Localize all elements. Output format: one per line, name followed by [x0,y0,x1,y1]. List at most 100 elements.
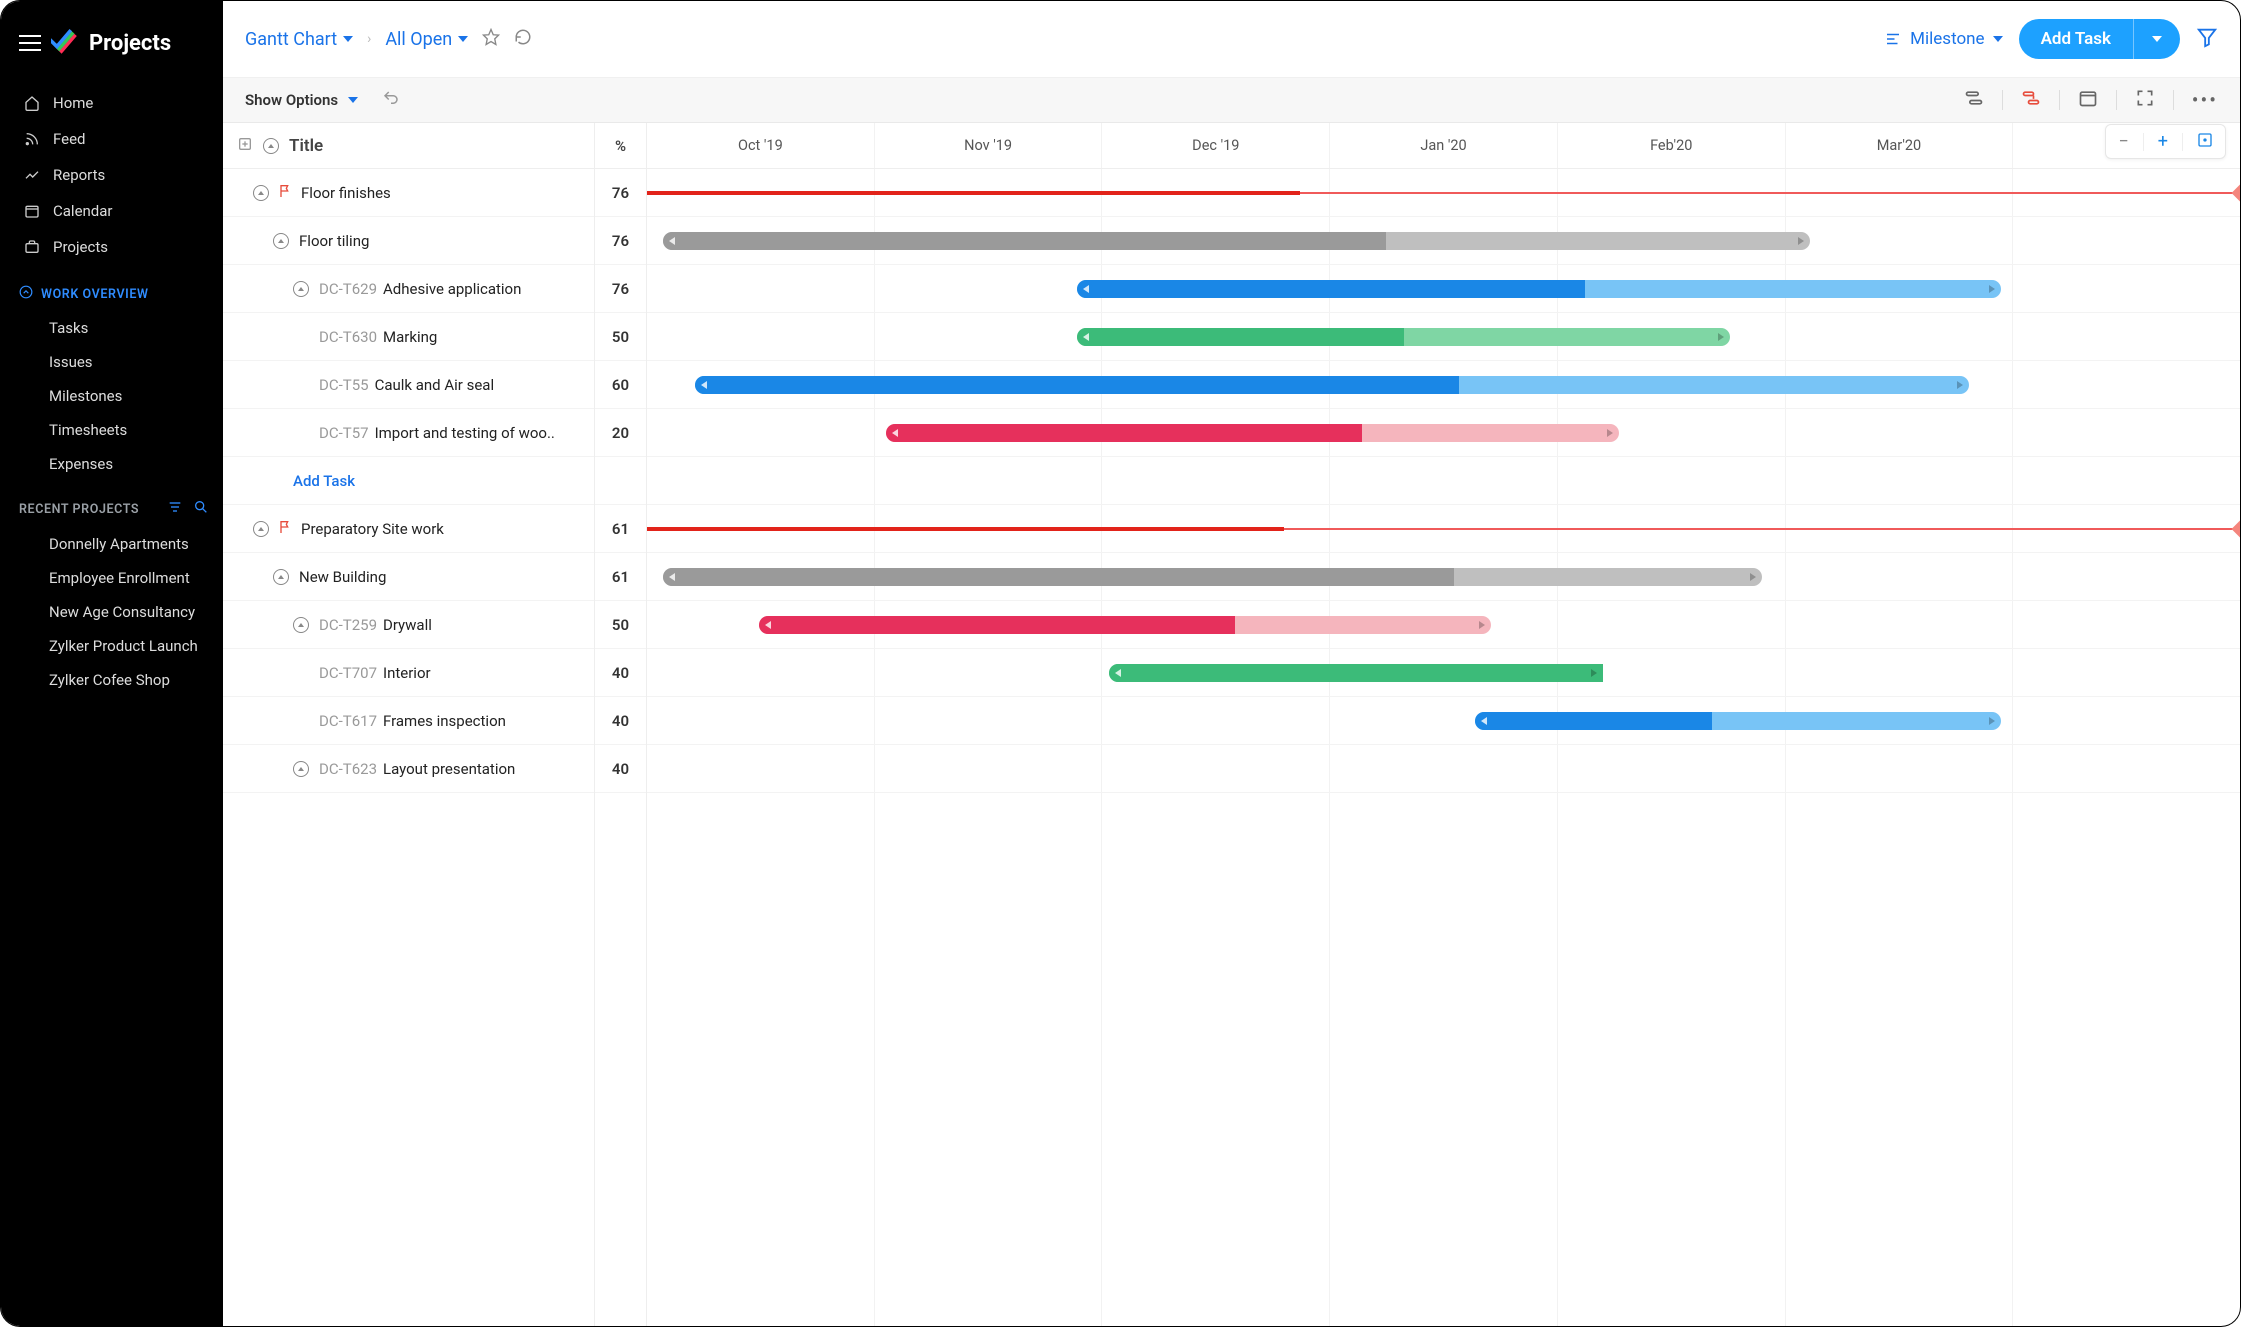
zoom-fit-button[interactable] [2197,132,2213,152]
task-row[interactable]: DC-T617Frames inspection [223,697,594,745]
show-options-label: Show Options [245,91,338,109]
task-row[interactable]: DC-T259Drywall [223,601,594,649]
milestone-bar[interactable] [647,528,2240,530]
bar-handle-right[interactable] [1989,285,1995,293]
filter-icon[interactable] [2196,26,2218,52]
milestone-bar[interactable] [647,192,2240,194]
nav-issues[interactable]: Issues [1,345,223,379]
nav-home[interactable]: Home [1,85,223,121]
gantt-bar[interactable] [759,616,1492,634]
bar-handle-right[interactable] [1718,333,1724,341]
task-row[interactable]: DC-T57Import and testing of woo.. [223,409,594,457]
task-row[interactable]: Add Task [223,457,594,505]
bar-handle-left[interactable] [1115,669,1121,677]
collapse-icon[interactable] [293,281,309,297]
view-selector[interactable]: Gantt Chart [245,29,353,50]
recent-filter-icon[interactable] [167,499,183,519]
recent-project-item[interactable]: Employee Enrollment [1,561,223,595]
task-row[interactable]: Floor tiling [223,217,594,265]
add-task-button[interactable]: Add Task [2019,19,2180,59]
nav-projects[interactable]: Projects [1,229,223,265]
nav-feed[interactable]: Feed [1,121,223,157]
gantt-bar[interactable] [663,568,1762,586]
fullscreen-icon[interactable] [2135,88,2155,112]
bar-handle-left[interactable] [1481,717,1487,725]
show-options-toggle[interactable]: Show Options [245,91,358,109]
task-row[interactable]: DC-T629Adhesive application [223,265,594,313]
filter-selector[interactable]: All Open [385,29,468,50]
collapse-icon[interactable] [253,185,269,201]
calendar-icon [23,202,41,220]
zoom-in-button[interactable]: + [2158,131,2168,152]
percent-cell: 50 [595,601,646,649]
bar-handle-left[interactable] [1083,285,1089,293]
gantt-bar[interactable] [1475,712,2001,730]
recent-project-item[interactable]: Zylker Cofee Shop [1,663,223,697]
collapse-icon[interactable] [273,233,289,249]
recent-project-item[interactable]: New Age Consultancy [1,595,223,629]
task-row[interactable]: Floor finishes [223,169,594,217]
row-label: Interior [383,664,431,682]
bar-handle-left[interactable] [765,621,771,629]
critical-path-icon[interactable] [2021,88,2041,112]
percent-cell: 76 [595,265,646,313]
gantt-bar[interactable] [1077,328,1730,346]
bar-handle-right[interactable] [1607,429,1613,437]
bar-handle-right[interactable] [1798,237,1804,245]
task-row[interactable]: New Building [223,553,594,601]
task-row[interactable]: DC-T707Interior [223,649,594,697]
bar-handle-left[interactable] [701,381,707,389]
add-task-inline[interactable]: Add Task [293,472,355,490]
bar-handle-left[interactable] [669,573,675,581]
chart-column[interactable]: Oct '19Nov '19Dec '19Jan '20Feb'20Mar'20… [647,123,2240,1326]
bar-handle-left[interactable] [1083,333,1089,341]
gantt-bar[interactable] [1109,664,1603,682]
nav-tasks[interactable]: Tasks [1,311,223,345]
collapse-icon[interactable] [253,521,269,537]
nav-reports[interactable]: Reports [1,157,223,193]
nav-expenses[interactable]: Expenses [1,447,223,481]
gantt-bar[interactable] [695,376,1969,394]
bar-handle-right[interactable] [1750,573,1756,581]
bar-handle-right[interactable] [1591,669,1597,677]
gantt-bar[interactable] [886,424,1619,442]
chart-row [647,217,2240,265]
gantt-bar[interactable] [663,232,1810,250]
work-overview-header[interactable]: WORK OVERVIEW [1,269,223,311]
collapse-icon[interactable] [293,761,309,777]
nav-timesheets[interactable]: Timesheets [1,413,223,447]
gantt-bar[interactable] [1077,280,2001,298]
groupby-selector[interactable]: Milestone [1884,29,2002,49]
add-task-split[interactable] [2133,19,2180,59]
task-row[interactable]: Preparatory Site work [223,505,594,553]
task-row[interactable]: DC-T630Marking [223,313,594,361]
chart-row [647,409,2240,457]
dependency-view-icon[interactable] [1964,88,1984,112]
favorite-icon[interactable] [482,28,500,50]
nav-milestones[interactable]: Milestones [1,379,223,413]
bar-handle-right[interactable] [1989,717,1995,725]
add-column-icon[interactable] [237,136,253,156]
collapse-icon[interactable] [273,569,289,585]
separator [2059,90,2060,110]
collapse-icon[interactable] [293,617,309,633]
undo-icon[interactable] [382,89,400,111]
today-icon[interactable] [2078,88,2098,112]
task-row[interactable]: DC-T623Layout presentation [223,745,594,793]
reload-icon[interactable] [514,28,532,50]
recent-project-item[interactable]: Zylker Product Launch [1,629,223,663]
task-list-column: Title Floor finishesFloor tilingDC-T629A… [223,123,595,1326]
more-options-icon[interactable]: ••• [2192,88,2218,112]
zoom-out-button[interactable]: − [2118,131,2128,152]
recent-search-icon[interactable] [193,499,209,519]
recent-project-item[interactable]: Donnelly Apartments [1,527,223,561]
task-row[interactable]: DC-T55Caulk and Air seal [223,361,594,409]
bar-handle-left[interactable] [892,429,898,437]
task-code: DC-T630 [319,328,377,346]
bar-handle-left[interactable] [669,237,675,245]
nav-calendar[interactable]: Calendar [1,193,223,229]
bar-handle-right[interactable] [1479,621,1485,629]
hamburger-icon[interactable] [19,35,41,51]
bar-handle-right[interactable] [1957,381,1963,389]
collapse-all-icon[interactable] [263,138,279,154]
